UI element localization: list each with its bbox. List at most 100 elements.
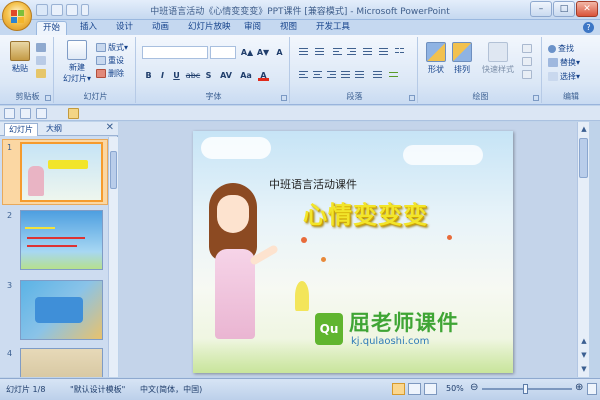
strikethrough-button[interactable]: abc	[185, 70, 201, 81]
zoom-slider-knob[interactable]	[523, 384, 528, 394]
bullets-icon[interactable]	[298, 47, 309, 57]
justify-icon[interactable]	[340, 70, 351, 80]
clear-format-button[interactable]: A	[274, 47, 285, 58]
minimize-button[interactable]: –	[530, 1, 552, 17]
picture-icon[interactable]	[20, 108, 31, 119]
underline-button[interactable]: U	[171, 70, 182, 81]
next-slide-icon[interactable]: ▼	[579, 350, 589, 360]
change-case-button[interactable]: Aa	[238, 70, 254, 81]
slide-thumbnail-4[interactable]	[20, 348, 103, 377]
font-color-button[interactable]: A	[258, 70, 269, 81]
copy-button[interactable]	[36, 55, 46, 66]
cut-button[interactable]	[36, 42, 46, 53]
thumbnail-list: 1 2 3 4	[0, 137, 108, 377]
macro-icon[interactable]	[68, 108, 79, 119]
maximize-button[interactable]: □	[553, 1, 575, 17]
italic-button[interactable]: I	[157, 70, 168, 81]
shape-outline-button[interactable]	[522, 56, 532, 67]
find-icon	[548, 44, 556, 53]
current-slide[interactable]: 中班语言活动课件 心情变变变 Qu 屈老师课件 kj.qulaoshi.com	[193, 131, 513, 373]
layout-button[interactable]: 版式▾	[96, 42, 128, 53]
scroll-thumb[interactable]	[110, 151, 117, 189]
smartart-icon[interactable]	[388, 70, 399, 80]
tab-design[interactable]: 设计	[110, 21, 139, 35]
bold-button[interactable]: B	[143, 70, 154, 81]
cloud-decoration	[403, 145, 483, 165]
align-right-icon[interactable]	[326, 70, 337, 80]
group-font: A▲ A▼ A B I U abc S AV Aa A 字体	[138, 37, 290, 103]
find-button[interactable]: 查找	[548, 43, 574, 54]
format-painter-button[interactable]	[36, 68, 46, 79]
slide-thumbnail-3[interactable]	[20, 280, 103, 340]
align-center-icon[interactable]	[312, 70, 323, 80]
thumbnail-scrollbar[interactable]	[108, 137, 118, 377]
slide-thumbnail-2[interactable]	[20, 210, 103, 270]
normal-view-icon[interactable]	[392, 383, 405, 395]
select-button[interactable]: 选择▾	[548, 71, 580, 82]
tab-insert[interactable]: 插入	[74, 21, 103, 35]
align-text-icon[interactable]	[372, 70, 383, 80]
slide-thumbnail-1[interactable]	[20, 142, 103, 202]
slide-sorter-icon[interactable]	[408, 383, 421, 395]
tab-slides[interactable]: 幻灯片	[4, 123, 38, 136]
prev-slide-icon[interactable]: ▲	[579, 336, 589, 346]
font-size-dropdown[interactable]	[210, 46, 236, 59]
title-bar: 中班语言活动《心情变变变》PPT课件 [兼容模式] - Microsoft Po…	[0, 0, 600, 20]
scroll-up-icon[interactable]: ▲	[579, 124, 589, 134]
tab-animations[interactable]: 动画	[146, 21, 175, 35]
tab-view[interactable]: 视图	[274, 21, 303, 35]
shadow-button[interactable]: S	[203, 70, 214, 81]
clipboard-launcher-icon[interactable]	[45, 95, 51, 101]
editor-scrollbar[interactable]: ▲ ▲ ▼ ▼	[577, 122, 589, 377]
tab-developer[interactable]: 开发工具	[310, 21, 356, 35]
new-slide-button[interactable]: 新建 幻灯片▾	[60, 40, 94, 84]
slide-number: 3	[7, 281, 13, 290]
font-name-dropdown[interactable]	[142, 46, 208, 59]
delete-slide-button[interactable]: 删除	[96, 68, 124, 79]
font-launcher-icon[interactable]	[281, 95, 287, 101]
drawing-launcher-icon[interactable]	[533, 95, 539, 101]
layout-icon	[96, 43, 106, 52]
help-icon[interactable]: ?	[583, 22, 594, 33]
paste-icon	[10, 41, 30, 61]
scroll-down-icon[interactable]: ▼	[579, 364, 589, 374]
shape-fill-button[interactable]	[522, 43, 532, 54]
distribute-icon[interactable]	[354, 70, 365, 80]
reset-button[interactable]: 重设	[96, 55, 124, 66]
shape-effects-button[interactable]	[522, 69, 532, 80]
columns-icon[interactable]	[394, 47, 405, 57]
tab-review[interactable]: 审阅	[238, 21, 267, 35]
replace-button[interactable]: 替换▾	[548, 57, 580, 68]
zoom-in-icon[interactable]: ⊕	[575, 382, 583, 393]
office-button[interactable]	[2, 1, 32, 31]
outline-icon[interactable]	[36, 108, 47, 119]
grow-font-button[interactable]: A▲	[240, 47, 254, 58]
slideshow-icon[interactable]	[424, 383, 437, 395]
close-button[interactable]: ✕	[576, 1, 598, 17]
align-left-icon[interactable]	[298, 70, 309, 80]
decrease-indent-icon[interactable]	[332, 47, 343, 57]
cloud-decoration	[201, 137, 271, 159]
zoom-out-icon[interactable]: ⊖	[470, 382, 478, 393]
paste-button[interactable]: 粘贴	[8, 41, 32, 74]
line-spacing-icon[interactable]	[362, 47, 373, 57]
arrange-button[interactable]: 排列	[450, 42, 474, 75]
shrink-font-button[interactable]: A▼	[256, 47, 270, 58]
normal-view-icon[interactable]	[4, 108, 15, 119]
language[interactable]: 中文(简体，中国)	[140, 384, 202, 395]
zoom-level[interactable]: 50%	[446, 384, 464, 393]
char-spacing-button[interactable]: AV	[218, 70, 234, 81]
shapes-button[interactable]: 形状	[424, 42, 448, 75]
quick-styles-button[interactable]: 快速样式	[478, 42, 518, 75]
scroll-thumb[interactable]	[579, 138, 588, 178]
text-direction-icon[interactable]	[378, 47, 389, 57]
increase-indent-icon[interactable]	[346, 47, 357, 57]
group-slides: 新建 幻灯片▾ 版式▾ 重设 删除 幻灯片	[56, 37, 136, 103]
numbering-icon[interactable]	[314, 47, 325, 57]
tab-home[interactable]: 开始	[36, 21, 68, 35]
tab-outline[interactable]: 大纲	[42, 123, 66, 136]
tab-slideshow[interactable]: 幻灯片放映	[182, 21, 237, 35]
fit-to-window-icon[interactable]	[587, 383, 597, 395]
paragraph-launcher-icon[interactable]	[409, 95, 415, 101]
panel-close-icon[interactable]: ✕	[106, 122, 114, 133]
